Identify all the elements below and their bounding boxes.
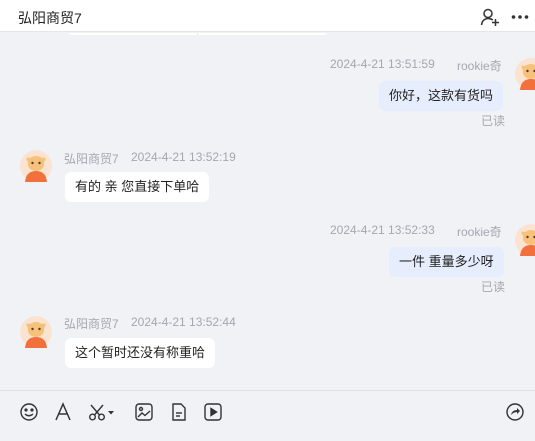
- shop-avatar[interactable]: [20, 150, 52, 182]
- user-avatar[interactable]: [515, 58, 535, 90]
- add-user-icon[interactable]: [480, 7, 500, 32]
- input-toolbar: [0, 390, 535, 441]
- chat-header: 弘阳商贸7: [0, 0, 535, 32]
- message-sender: rookie奇: [457, 225, 502, 239]
- shop-avatar[interactable]: [20, 316, 52, 348]
- font-icon[interactable]: [53, 402, 73, 422]
- message-time: 2024-4-21 13:51:59: [330, 57, 435, 71]
- share-icon[interactable]: [505, 402, 525, 422]
- message-time: 2024-4-21 13:52:19: [131, 150, 236, 164]
- message-list[interactable]: 2024-4-21 13:51:59 rookie奇 你好，这款有货吗 已读 弘…: [0, 33, 535, 390]
- message-bubble[interactable]: 有的 亲 您直接下单哈: [65, 172, 210, 202]
- previous-message-card: [65, 33, 330, 35]
- read-status: 已读: [481, 280, 506, 294]
- more-icon[interactable]: [510, 7, 530, 32]
- message-time: 2024-4-21 13:52:44: [131, 315, 236, 329]
- message-bubble[interactable]: 你好，这款有货吗: [379, 81, 504, 111]
- emoji-icon[interactable]: [19, 402, 39, 422]
- message-bubble[interactable]: 一件 重量多少呀: [389, 247, 504, 277]
- message-sender: 弘阳商贸7: [64, 152, 119, 166]
- image-icon[interactable]: [134, 402, 154, 422]
- user-avatar[interactable]: [515, 224, 535, 256]
- scissors-icon[interactable]: [88, 402, 116, 422]
- file-icon[interactable]: [169, 402, 189, 422]
- message-sender: 弘阳商贸7: [64, 317, 119, 331]
- video-icon[interactable]: [203, 402, 223, 422]
- message-sender: rookie奇: [457, 59, 502, 73]
- chat-title: 弘阳商贸7: [18, 10, 82, 26]
- card-divider: [197, 33, 198, 35]
- message-bubble[interactable]: 这个暂时还没有称重哈: [65, 338, 216, 368]
- read-status: 已读: [481, 114, 506, 128]
- message-time: 2024-4-21 13:52:33: [330, 223, 435, 237]
